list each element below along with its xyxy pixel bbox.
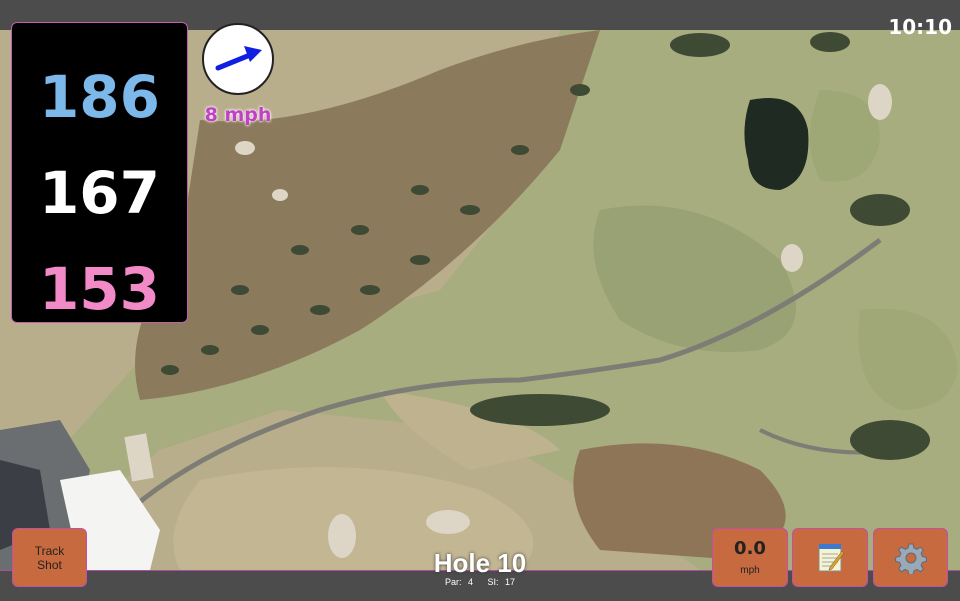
clock-time: 10:10: [888, 15, 952, 39]
notepad-icon: [818, 543, 844, 571]
wind-indicator: [202, 23, 274, 95]
center-distance: 167: [38, 159, 161, 227]
track-shot-label-line2: Shot: [37, 557, 62, 572]
track-shot-label-line1: Track: [34, 543, 65, 558]
speed-button[interactable]: 0.0 mph: [712, 528, 788, 587]
hole-info: Par: 4 SI: 17: [380, 577, 580, 587]
track-shot-button[interactable]: Track Shot: [12, 528, 87, 587]
distance-panel: 186 167 153: [11, 22, 188, 323]
front-distance: 153: [38, 255, 161, 323]
wind-direction-arrow-icon: [215, 46, 262, 71]
hole-title: Hole 10: [433, 548, 527, 578]
gear-icon: [894, 543, 927, 574]
hole-par: Par: 4: [444, 577, 473, 587]
speed-value: 0.0: [734, 538, 766, 559]
notes-button[interactable]: [792, 528, 868, 587]
back-distance: 186: [38, 63, 161, 131]
settings-button[interactable]: [873, 528, 948, 587]
wind-speed-text: 8 mph: [204, 104, 272, 126]
hole-stroke-index: SI: 17: [487, 577, 516, 587]
speed-unit: mph: [740, 565, 760, 576]
